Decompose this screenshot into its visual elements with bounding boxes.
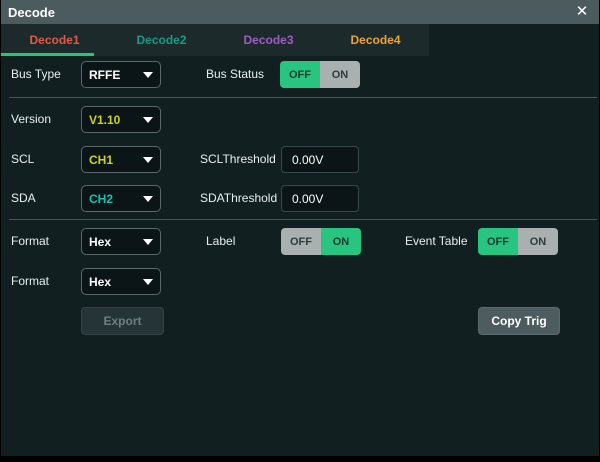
format-display-value: Hex [89,235,111,249]
tab-decode1[interactable]: Decode1 [1,24,108,56]
event-table-off[interactable]: OFF [478,228,518,255]
bus-status-off[interactable]: OFF [280,61,320,88]
bus-status-toggle[interactable]: OFF ON [280,61,360,88]
scl-source-value: CH1 [89,153,113,167]
bus-type-dropdown[interactable]: RFFE [81,61,161,88]
event-table-toggle[interactable]: OFF ON [478,228,558,255]
sda-label: SDA [11,185,36,212]
copy-trig-button[interactable]: Copy Trig [478,307,560,335]
chevron-down-icon [143,117,153,123]
format-display-dropdown[interactable]: Hex [81,228,161,255]
version-label: Version [11,106,51,133]
chevron-down-icon [143,157,153,163]
sda-source-dropdown[interactable]: CH2 [81,185,161,212]
tab-decode2[interactable]: Decode2 [108,24,215,56]
label-toggle[interactable]: OFF ON [281,228,361,255]
sda-source-value: CH2 [89,192,113,206]
chevron-down-icon [143,72,153,78]
version-dropdown[interactable]: V1.10 [81,106,161,133]
title-bar: Decode ✕ [1,0,599,24]
scl-threshold-label: SCLThreshold [200,146,276,173]
scl-threshold-value: 0.00V [292,153,323,167]
sda-threshold-label: SDAThreshold [200,185,277,212]
scl-source-dropdown[interactable]: CH1 [81,146,161,173]
label-off[interactable]: OFF [281,228,321,255]
divider [9,97,597,98]
close-icon[interactable]: ✕ [571,0,593,24]
export-button[interactable]: Export [81,307,164,335]
tab-decode3[interactable]: Decode3 [215,24,322,56]
bus-type-value: RFFE [89,68,120,82]
label-on[interactable]: ON [321,228,361,255]
label-switch-label: Label [206,228,235,255]
format-export-label: Format [11,268,49,295]
tab-decode4[interactable]: Decode4 [322,24,429,56]
version-value: V1.10 [89,113,120,127]
bus-type-label: Bus Type [11,61,61,88]
format-export-dropdown[interactable]: Hex [81,268,161,295]
decode-tab-strip: Decode1 Decode2 Decode3 Decode4 [1,24,429,56]
event-table-on[interactable]: ON [518,228,558,255]
sda-threshold-value: 0.00V [292,192,323,206]
dialog-title: Decode [1,5,55,20]
sda-threshold-input[interactable]: 0.00V [281,185,359,212]
event-table-label: Event Table [405,228,468,255]
bus-status-on[interactable]: ON [320,61,360,88]
bus-status-label: Bus Status [206,61,264,88]
format-display-label: Format [11,228,49,255]
scl-label: SCL [11,146,34,173]
chevron-down-icon [143,239,153,245]
decode-dialog: Decode ✕ Decode1 Decode2 Decode3 Decode4… [0,0,600,462]
format-export-value: Hex [89,275,111,289]
window-bottom-edge [1,456,599,462]
divider [9,219,597,220]
scl-threshold-input[interactable]: 0.00V [281,146,359,173]
chevron-down-icon [143,196,153,202]
chevron-down-icon [143,279,153,285]
